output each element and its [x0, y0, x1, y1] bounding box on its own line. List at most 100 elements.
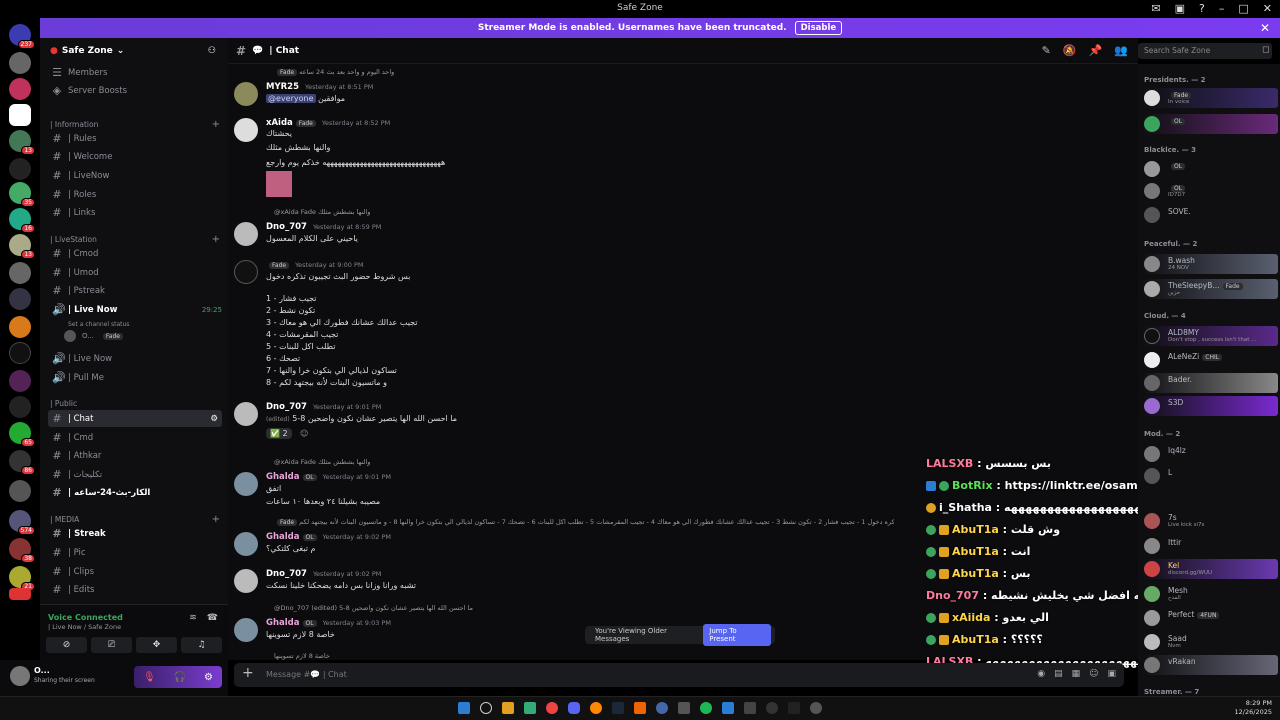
channel-stream-24h[interactable]: # | الكار-بث-24-ساعه	[48, 484, 222, 501]
message-author[interactable]: Fade Yesterday at 9:00 PM	[266, 260, 364, 270]
search-icon[interactable]	[480, 702, 492, 714]
browser-icon[interactable]	[590, 702, 602, 714]
camera-off-icon[interactable]: ⊘	[46, 637, 87, 653]
member-item[interactable]: S3D	[1142, 396, 1278, 416]
reaction[interactable]: ✅ 2	[266, 428, 292, 439]
avatar[interactable]	[234, 118, 258, 142]
category-livestation[interactable]: | LiveStation +	[50, 234, 220, 245]
avatar[interactable]	[234, 260, 258, 284]
category-public[interactable]: | Public	[50, 399, 220, 408]
reply-preview[interactable]: @xAida Fade والنها بشطش مثلك	[234, 208, 1114, 220]
member-item[interactable]: L	[1142, 466, 1278, 486]
channel-rules[interactable]: # | Rules	[48, 130, 222, 147]
obs-icon[interactable]	[766, 702, 778, 714]
server-header[interactable]: ● Safe Zone ⌄ ⚇	[40, 38, 228, 64]
soundboard-icon[interactable]: ♫	[181, 637, 222, 653]
server-icon[interactable]: 13	[9, 130, 35, 155]
member-item[interactable]: Fade In voice	[1142, 88, 1278, 108]
server-icon[interactable]: 65	[9, 422, 35, 447]
server-icon[interactable]	[9, 316, 31, 338]
server-icon[interactable]	[9, 158, 31, 180]
server-icon[interactable]	[9, 78, 31, 100]
message-author[interactable]: Dno_707 Yesterday at 9:02 PM	[266, 569, 381, 579]
member-item[interactable]: Iq4lz	[1142, 444, 1278, 464]
pin-icon[interactable]: 📌	[1089, 44, 1103, 57]
gear-icon[interactable]: ⚙	[204, 672, 213, 683]
channel-umod[interactable]: # | Umod	[48, 264, 222, 281]
image-attachment[interactable]	[266, 171, 292, 197]
server-icon[interactable]	[9, 262, 31, 284]
close-icon[interactable]: ✕	[1260, 21, 1270, 35]
message-author[interactable]: Dno_707 Yesterday at 8:59 PM	[266, 222, 381, 232]
message-author[interactable]: Ghalda OL Yesterday at 9:01 PM	[266, 472, 391, 482]
member-item[interactable]: 7s Live kick si7s	[1142, 511, 1278, 531]
discord-icon[interactable]	[568, 702, 580, 714]
spotify-icon[interactable]	[700, 702, 712, 714]
message-author[interactable]: Dno_707 Yesterday at 9:01 PM	[266, 402, 381, 412]
member-item[interactable]: Saad Nvm	[1142, 632, 1278, 652]
member-item[interactable]: SOVE.	[1142, 205, 1278, 225]
minimize-icon[interactable]: –	[1219, 2, 1225, 15]
channel-taklijat[interactable]: # | تكليجات	[48, 466, 222, 483]
voice-channel-live-now-2[interactable]: 🔊 | Live Now	[48, 350, 222, 367]
reply-preview[interactable]: Fade شروط حضور البث تجيبون تذكره دخول 1 …	[234, 518, 894, 530]
search-input[interactable]: Search Safe Zone	[1138, 43, 1272, 59]
add-attachment-icon[interactable]: +	[242, 665, 254, 681]
member-item[interactable]: Kel discord.gg/WUU	[1142, 559, 1278, 579]
message-author[interactable]: Ghalda OL Yesterday at 9:03 PM	[266, 618, 391, 628]
server-icon[interactable]	[9, 288, 31, 310]
add-channel-icon[interactable]: +	[212, 119, 220, 130]
inbox-icon[interactable]: ◻	[1262, 45, 1269, 55]
app-icon[interactable]	[722, 702, 734, 714]
avatar[interactable]	[234, 82, 258, 106]
add-channel-icon[interactable]: +	[212, 234, 220, 245]
app-icon[interactable]	[524, 702, 536, 714]
member-item[interactable]: ALD8MY Don't stop , success isn't that ..…	[1142, 326, 1278, 346]
member-item[interactable]: Perfect 4FUN	[1142, 608, 1278, 628]
voice-channel-pull-me[interactable]: 🔊 | Pull Me	[48, 369, 222, 386]
noise-suppression-icon[interactable]: ≋	[189, 613, 197, 623]
message-input[interactable]: Message #💬 | Chat	[266, 670, 347, 679]
avatar[interactable]	[234, 532, 258, 556]
app-icon[interactable]	[634, 702, 646, 714]
server-icon[interactable]: 35	[9, 182, 35, 207]
member-item[interactable]: Bader.	[1142, 373, 1278, 393]
activities-icon[interactable]: ✥	[136, 637, 177, 653]
app-icon[interactable]	[744, 702, 756, 714]
server-icon[interactable]: 13	[9, 234, 35, 259]
channel-cmod[interactable]: # | Cmod	[48, 245, 222, 262]
member-item[interactable]: Ittir	[1142, 536, 1278, 556]
settings-icon[interactable]: ⚙	[210, 414, 218, 424]
channel-streak[interactable]: # | Streak	[48, 525, 222, 542]
channel-athkar[interactable]: # | Athkar	[48, 447, 222, 464]
start-icon[interactable]	[458, 702, 470, 714]
channel-chat[interactable]: # | Chat ⚙	[48, 410, 222, 427]
message-author[interactable]: MYR25 Yesterday at 8:51 PM	[266, 82, 373, 92]
server-icon[interactable]	[9, 52, 31, 74]
channel-cmd[interactable]: # | Cmd	[48, 429, 222, 446]
add-member-icon[interactable]: ⚇	[208, 46, 216, 56]
gif-icon[interactable]: ▤	[1054, 669, 1063, 679]
chrome-icon[interactable]	[546, 702, 558, 714]
app-icon[interactable]: ◉	[1037, 669, 1045, 679]
folder-icon[interactable]	[502, 702, 514, 714]
server-icon[interactable]: 574	[9, 510, 35, 535]
headphones-icon[interactable]: 🎧	[174, 672, 186, 683]
steam-icon[interactable]	[612, 702, 624, 714]
member-item[interactable]: Mesh المدح	[1142, 584, 1278, 604]
member-item[interactable]: OL	[1142, 159, 1278, 179]
server-icon[interactable]: 21	[9, 566, 35, 591]
mention[interactable]: @everyone	[266, 94, 316, 103]
disable-button[interactable]: Disable	[794, 21, 843, 35]
avatar[interactable]	[234, 472, 258, 496]
avatar[interactable]	[10, 666, 30, 686]
members-item[interactable]: ☰ Members	[48, 64, 222, 81]
screen-share-icon[interactable]: ⎚	[91, 637, 132, 653]
channel-links[interactable]: # | Links	[48, 204, 222, 221]
member-list-icon[interactable]: 👥	[1114, 44, 1128, 57]
threads-icon[interactable]: ✎	[1042, 44, 1051, 57]
server-icon[interactable]	[9, 370, 31, 392]
member-item[interactable]: vRakan	[1142, 655, 1278, 675]
jump-to-present-button[interactable]: Jump To Present	[703, 624, 771, 646]
voice-location[interactable]: | Live Now / Safe Zone	[48, 623, 121, 631]
